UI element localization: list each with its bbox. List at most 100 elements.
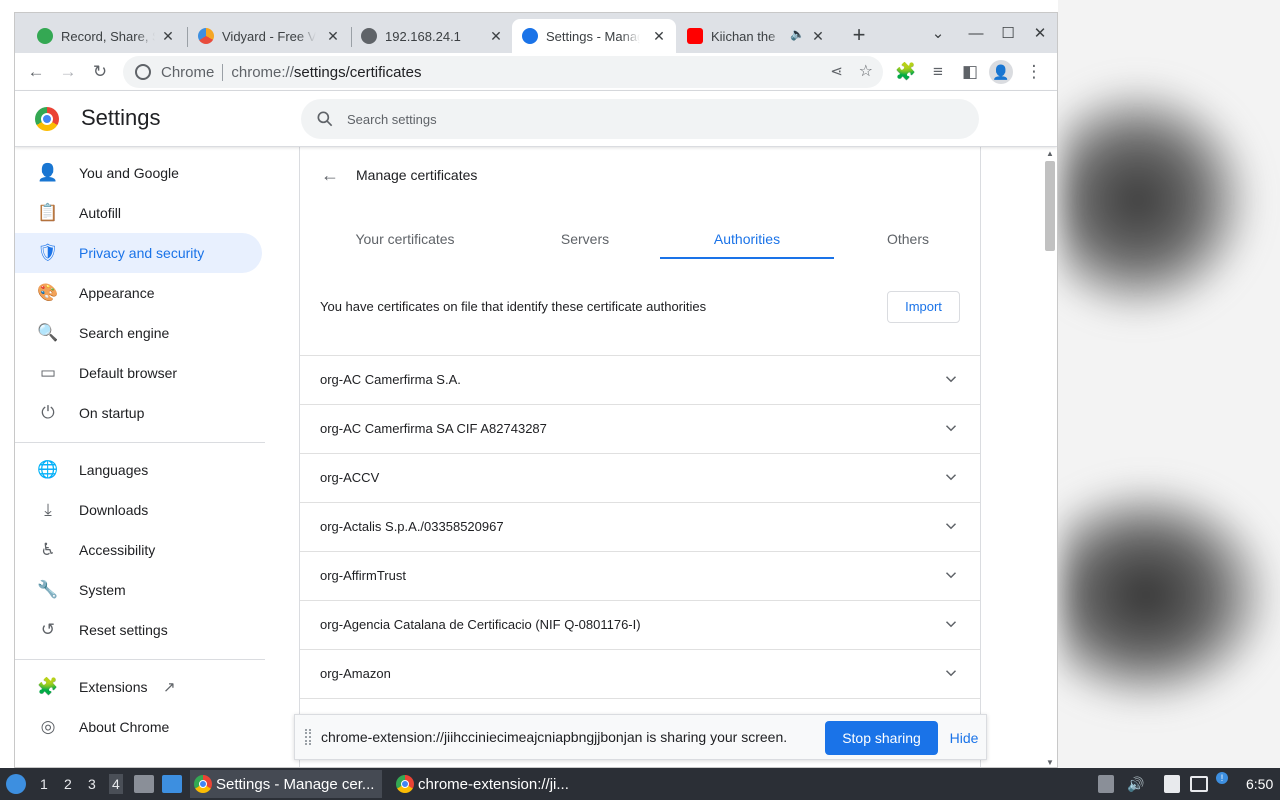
- tab-search-chevron-icon[interactable]: ⌄: [926, 22, 950, 46]
- volume-icon[interactable]: 🔊: [1126, 774, 1146, 794]
- file-manager-icon[interactable]: [134, 775, 154, 793]
- address-bar[interactable]: Chrome chrome:// settings/certificates ⋖…: [123, 56, 883, 88]
- tab-authorities[interactable]: Authorities: [660, 219, 834, 259]
- back-button[interactable]: ←: [23, 59, 49, 85]
- sidebar-item-you-and-google[interactable]: 👤 You and Google: [15, 153, 262, 193]
- list-item[interactable]: org-AffirmTrust: [300, 551, 980, 600]
- tab-router[interactable]: 192.168.24.1 ✕: [351, 19, 513, 53]
- tab-others[interactable]: Others: [824, 219, 980, 259]
- tab-youtube[interactable]: Kiichan the 🔈 ✕: [677, 19, 835, 53]
- workspace-1[interactable]: 1: [40, 776, 48, 792]
- tab-vidyard[interactable]: Vidyard - Free Video Recorder ✕: [188, 19, 350, 53]
- list-item[interactable]: org-AC Camerfirma SA CIF A82743287: [300, 404, 980, 453]
- list-item[interactable]: org-AC Camerfirma S.A.: [300, 355, 980, 404]
- bookmark-star-icon[interactable]: ☆: [859, 61, 873, 81]
- display-icon[interactable]: [1190, 776, 1208, 792]
- globe-icon: 🌐: [37, 460, 59, 479]
- chevron-down-icon[interactable]: [942, 468, 960, 486]
- maximize-button[interactable]: ☐: [996, 22, 1020, 46]
- page-scrollbar[interactable]: ▲ ▼: [1043, 147, 1057, 767]
- search-settings-box[interactable]: [301, 99, 979, 139]
- workspace-2[interactable]: 2: [64, 776, 72, 792]
- close-window-button[interactable]: ✕: [1028, 22, 1052, 46]
- sidebar-item-autofill[interactable]: 📋 Autofill: [15, 193, 262, 233]
- sidebar-item-system[interactable]: 🔧 System: [15, 570, 262, 610]
- chevron-down-icon[interactable]: [942, 615, 960, 633]
- sidebar-item-label: On startup: [79, 405, 145, 421]
- clipboard-icon[interactable]: [1164, 775, 1180, 793]
- new-tab-button[interactable]: +: [847, 24, 871, 48]
- menu-kebab-icon[interactable]: ⋮: [1021, 59, 1047, 85]
- youtube-icon: [687, 28, 703, 44]
- chevron-down-icon[interactable]: [942, 517, 960, 535]
- tab-servers[interactable]: Servers: [500, 219, 670, 259]
- sidebar-item-reset-settings[interactable]: ↺ Reset settings: [15, 610, 262, 650]
- audio-playing-icon[interactable]: 🔈: [790, 27, 805, 41]
- tab-title: Kiichan the: [711, 28, 776, 44]
- back-arrow-icon[interactable]: ←: [318, 163, 342, 187]
- reload-button[interactable]: ↻: [87, 59, 113, 85]
- shield-icon: 🛡: [37, 243, 59, 262]
- drag-handle-icon[interactable]: [305, 729, 311, 745]
- url-scheme: chrome://: [231, 63, 294, 81]
- forward-button[interactable]: →: [55, 59, 81, 85]
- notification-icon[interactable]: !: [1216, 772, 1228, 784]
- list-item[interactable]: org-ACCV: [300, 453, 980, 502]
- sidebar-item-appearance[interactable]: 🎨 Appearance: [15, 273, 262, 313]
- tab-close-icon[interactable]: ✕: [324, 27, 342, 45]
- list-item[interactable]: org-Actalis S.p.A./03358520967: [300, 502, 980, 551]
- tab-title: 192.168.24.1: [385, 28, 461, 44]
- hide-button[interactable]: Hide: [947, 721, 981, 755]
- tab-close-icon[interactable]: ✕: [650, 27, 668, 45]
- tab-favicon-icon: [37, 28, 53, 44]
- tab-close-icon[interactable]: ✕: [487, 27, 505, 45]
- chevron-down-icon[interactable]: [942, 566, 960, 584]
- minimize-button[interactable]: —: [964, 22, 988, 46]
- media-controls-icon[interactable]: ≡: [925, 59, 951, 85]
- clock: 6:50: [1246, 776, 1274, 792]
- share-icon[interactable]: ⋖: [830, 62, 843, 80]
- list-item[interactable]: org-Agencia Catalana de Certificacio (NI…: [300, 600, 980, 649]
- taskbar-task-settings[interactable]: Settings - Manage cer...: [190, 770, 382, 798]
- tab-your-certificates[interactable]: Your certificates: [320, 219, 490, 259]
- scrollbar-thumb[interactable]: [1045, 161, 1055, 251]
- taskbar-task-extension[interactable]: chrome-extension://ji...: [392, 770, 588, 798]
- sidebar-item-label: Downloads: [79, 502, 149, 518]
- sidebar-item-search-engine[interactable]: 🔍 Search engine: [15, 313, 262, 353]
- settings-header: Settings: [15, 91, 1057, 147]
- extensions-puzzle-icon[interactable]: 🧩: [893, 59, 919, 85]
- side-panel-icon[interactable]: ◧: [957, 59, 983, 85]
- list-item[interactable]: org-Amazon: [300, 649, 980, 698]
- scroll-up-arrow-icon[interactable]: ▲: [1046, 149, 1054, 158]
- search-input[interactable]: [347, 111, 947, 127]
- start-menu-icon[interactable]: [6, 774, 26, 794]
- workspace-4[interactable]: 4: [109, 774, 123, 794]
- sidebar-item-on-startup[interactable]: ⏻ On startup: [15, 393, 262, 433]
- sidebar-item-about-chrome[interactable]: ◎ About Chrome: [15, 707, 262, 747]
- chevron-down-icon[interactable]: [942, 419, 960, 437]
- sidebar-item-accessibility[interactable]: ♿ Accessibility: [15, 530, 262, 570]
- eject-icon[interactable]: [1098, 775, 1114, 793]
- sidebar-item-default-browser[interactable]: ▭ Default browser: [15, 353, 262, 393]
- power-icon: ⏻: [41, 403, 55, 422]
- stop-sharing-button[interactable]: Stop sharing: [825, 721, 938, 755]
- tab-settings[interactable]: Settings - Manage certificates ✕: [512, 19, 676, 53]
- tab-title: Vidyard - Free Video Recorder: [222, 28, 316, 44]
- chrome-icon: [194, 775, 212, 793]
- workspace-3[interactable]: 3: [88, 776, 96, 792]
- profile-avatar[interactable]: 👤: [989, 60, 1013, 84]
- chevron-down-icon[interactable]: [942, 370, 960, 388]
- desktop-icon[interactable]: [162, 775, 182, 793]
- tab-close-icon[interactable]: ✕: [159, 27, 177, 45]
- authority-name: org-Actalis S.p.A./03358520967: [320, 519, 504, 534]
- chevron-down-icon[interactable]: [942, 664, 960, 682]
- sidebar-item-extensions[interactable]: 🧩 Extensions ↗: [15, 667, 262, 707]
- import-button[interactable]: Import: [887, 291, 960, 323]
- tab-close-icon[interactable]: ✕: [809, 27, 827, 45]
- sidebar-item-languages[interactable]: 🌐 Languages: [15, 450, 262, 490]
- tab-record-share[interactable]: Record, Share, Send Your Video ✕: [27, 19, 185, 53]
- sidebar-item-privacy-and-security[interactable]: 🛡 Privacy and security: [15, 233, 262, 273]
- puzzle-icon: 🧩: [37, 677, 59, 696]
- sidebar-item-downloads[interactable]: ⤓ Downloads: [15, 490, 262, 530]
- scroll-down-arrow-icon[interactable]: ▼: [1046, 758, 1054, 767]
